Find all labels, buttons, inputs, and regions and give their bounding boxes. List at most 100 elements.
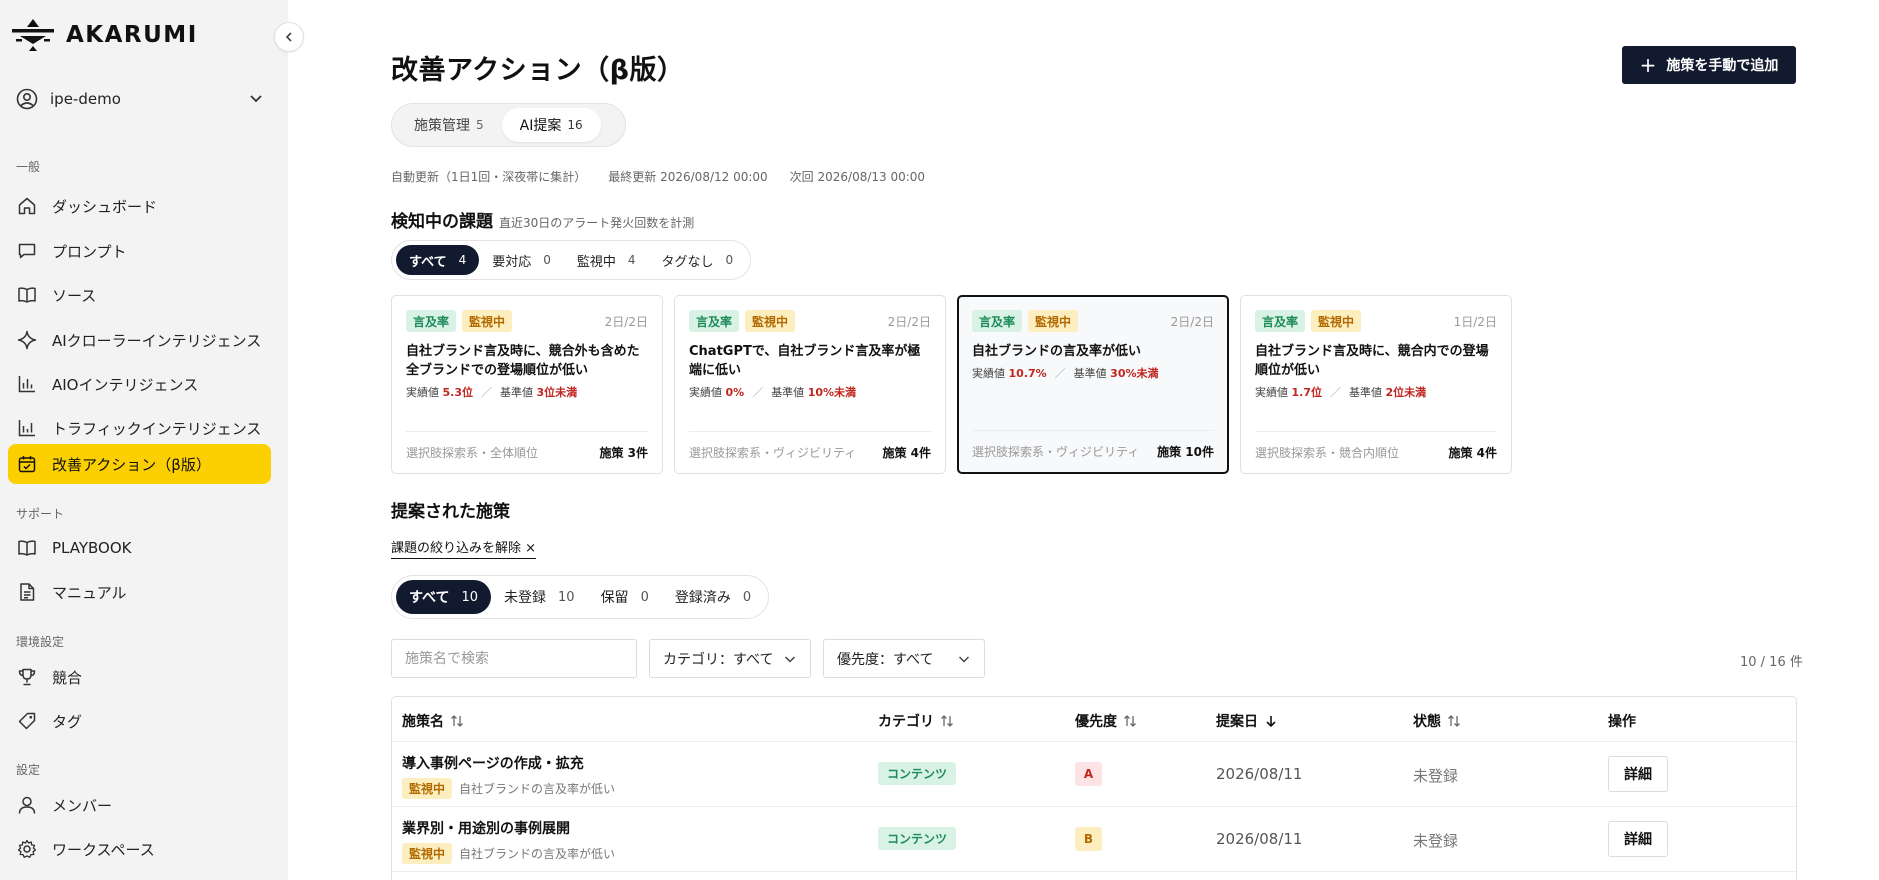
base-label: 基準値 (1073, 367, 1107, 380)
proposals-heading: 提案された施策 (391, 502, 510, 522)
filter-label: 監視中 (576, 254, 616, 270)
sidebar-item-ai-crawler[interactable]: AIクローラーインテリジェンス (8, 320, 271, 360)
base-label: 基準値 (1349, 386, 1382, 399)
issue-filter-monitoring[interactable]: 監視中 4 (564, 245, 649, 275)
user-icon (16, 794, 38, 816)
last-update-text: 最終更新 2026/08/12 00:00 (608, 170, 768, 184)
tab-label: AI提案 (519, 118, 562, 134)
sidebar-item-aio[interactable]: AIOインテリジェンス (8, 364, 271, 404)
filter-count: 10 (461, 589, 479, 605)
workspace-switcher[interactable]: ipe-demo (16, 86, 272, 112)
sidebar-item-label: 改善アクション（β版） (52, 455, 211, 474)
status-tag: 監視中 (402, 843, 453, 864)
brand-logo[interactable]: AKARUMI (10, 18, 198, 52)
add-action-button[interactable]: + 施策を手動で追加 (1622, 46, 1796, 84)
priority-badge: A (1075, 762, 1102, 786)
issue-card[interactable]: 言及率 監視中 2日/2日 自社ブランド言及時に、競合外も含めた全ブランドでの登… (391, 295, 663, 474)
alert-days: 2日/2日 (887, 314, 931, 329)
sparkle-icon (16, 329, 38, 351)
issue-card-selected[interactable]: 言及率 監視中 2日/2日 自社ブランドの言及率が低い 実績値 10.7% ／基準… (957, 295, 1229, 474)
column-label: 状態 (1413, 714, 1441, 730)
sidebar-item-prompt[interactable]: プロンプト (8, 231, 271, 271)
filter-label: すべて (409, 254, 447, 270)
sort-icon (450, 714, 464, 728)
detail-button[interactable]: 詳細 (1608, 821, 1668, 857)
issue-filter-all[interactable]: すべて 4 (396, 245, 480, 275)
issue-title: 自社ブランドの言及率が低い (972, 344, 1142, 359)
sidebar-item-source[interactable]: ソース (8, 275, 271, 315)
base-label: 基準値 (771, 386, 805, 399)
issue-filter-untagged[interactable]: タグなし 0 (649, 245, 747, 275)
metric-tag: 言及率 (972, 310, 1023, 332)
column-header-date[interactable]: 提案日 (1216, 711, 1278, 731)
detail-button[interactable]: 詳細 (1608, 756, 1668, 792)
sidebar-item-playbook[interactable]: PLAYBOOK (8, 528, 271, 568)
column-label: 施策名 (402, 714, 444, 730)
gear-icon (16, 838, 38, 860)
row-status: 未登録 (1413, 832, 1459, 850)
result-count: 10 / 16 件 (1740, 655, 1803, 670)
category-select-value: カテゴリ：すべて (663, 651, 774, 668)
filter-count: 0 (742, 589, 752, 605)
column-header-name[interactable]: 施策名 (402, 711, 464, 731)
sidebar-item-label: メンバー (52, 796, 113, 815)
sidebar-item-actions[interactable]: 改善アクション（β版） (8, 444, 271, 484)
category-select[interactable]: カテゴリ：すべて (649, 639, 811, 678)
sidebar-item-label: 競合 (52, 668, 83, 687)
clear-issue-filter-link[interactable]: 課題の絞り込みを解除 × (391, 537, 537, 559)
sidebar-item-competitor[interactable]: 競合 (8, 657, 271, 697)
tab-count: 5 (476, 118, 484, 132)
priority-select[interactable]: 優先度：すべて (823, 639, 985, 678)
sidebar-item-member[interactable]: メンバー (8, 785, 271, 825)
proposal-filter-all[interactable]: すべて 10 (396, 580, 492, 614)
proposal-filter-registered[interactable]: 登録済み 0 (662, 580, 764, 614)
sidebar-item-traffic[interactable]: トラフィックインテリジェンス (8, 408, 271, 448)
tab-ai-proposal[interactable]: AI提案 16 (501, 108, 601, 142)
chevron-left-icon (285, 32, 292, 42)
sort-icon (1447, 714, 1461, 728)
proposal-filter-unregistered[interactable]: 未登録 10 (491, 580, 588, 614)
calendar-check-icon (16, 453, 38, 475)
sidebar-collapse-button[interactable] (274, 22, 304, 52)
sidebar-item-label: PLAYBOOK (52, 539, 132, 557)
sidebar-item-label: タグ (52, 712, 83, 731)
workspace-name: ipe-demo (50, 90, 121, 108)
metric-tag: 言及率 (689, 310, 740, 332)
sidebar-item-label: プロンプト (52, 242, 127, 261)
column-label: 操作 (1608, 714, 1636, 730)
action-name: 業界別・用途別の事例展開 (402, 821, 570, 837)
actual-value: 1.7位 (1291, 386, 1323, 399)
sidebar-item-manual[interactable]: マニュアル (8, 572, 271, 612)
proposal-filter-on-hold[interactable]: 保留 0 (588, 580, 662, 614)
column-header-category[interactable]: カテゴリ (878, 711, 954, 731)
auto-update-text: 自動更新（1日1回・深夜帯に集計） (391, 170, 587, 184)
issue-metrics: 実績値 0% ／基準値 10%未満 (689, 386, 857, 399)
sidebar-item-label: トラフィックインテリジェンス (52, 419, 262, 438)
issues-heading-text: 検知中の課題 (391, 212, 493, 232)
table-row[interactable]: 導入事例ページの作成・拡充 監視中 自社ブランドの言及率が低い コンテンツ A … (392, 742, 1796, 807)
filter-count: 4 (458, 253, 467, 267)
issue-card[interactable]: 言及率 監視中 2日/2日 ChatGPTで、自社ブランド言及率が極端に低い 実… (674, 295, 946, 474)
logo-mark-icon (12, 19, 54, 51)
issue-card[interactable]: 言及率 監視中 1日/2日 自社ブランド言及時に、競合内での登場順位が低い 実績… (1240, 295, 1512, 474)
chevron-down-icon (783, 652, 797, 666)
issue-text: 自社ブランドの言及率が低い (459, 847, 616, 861)
column-header-status[interactable]: 状態 (1413, 711, 1461, 731)
sidebar-item-tag[interactable]: タグ (8, 701, 271, 741)
bar-chart-icon (16, 417, 38, 439)
base-value: 3位未満 (536, 386, 578, 399)
related-issue: 監視中 自社ブランドの言及率が低い (402, 778, 615, 799)
next-update-text: 次回 2026/08/13 00:00 (789, 170, 926, 184)
issue-filter-action-needed[interactable]: 要対応 0 (479, 245, 564, 275)
sidebar-item-dashboard[interactable]: ダッシュボード (8, 186, 271, 226)
proposals-table: 施策名 カテゴリ 優先度 提案日 状態 操作 導入事例ページの作成・拡充 監視中… (391, 696, 1797, 880)
sort-icon (940, 714, 954, 728)
tab-action-management[interactable]: 施策管理 5 (396, 108, 502, 142)
sidebar-item-workspace[interactable]: ワークスペース (8, 829, 271, 869)
main-tabs: 施策管理 5 AI提案 16 (391, 103, 626, 147)
column-header-priority[interactable]: 優先度 (1075, 711, 1137, 731)
status-tag: 監視中 (1311, 310, 1362, 332)
table-row[interactable]: 業界別・用途別の事例展開 監視中 自社ブランドの言及率が低い コンテンツ B 2… (392, 807, 1796, 872)
chevron-down-icon (250, 95, 262, 103)
action-search-input[interactable] (391, 639, 637, 678)
